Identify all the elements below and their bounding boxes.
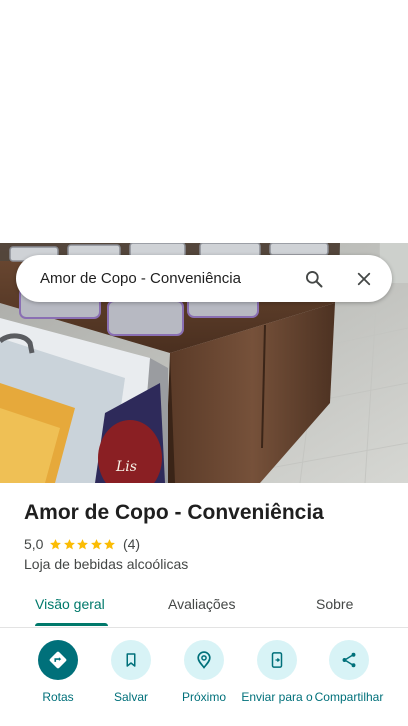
search-bar[interactable]: Amor de Copo - Conveniência (16, 255, 392, 302)
active-tab-indicator (35, 623, 108, 626)
save-button[interactable]: Salvar (93, 640, 169, 705)
send-to-phone-label: Enviar para o (241, 690, 313, 704)
rating-value: 5,0 (24, 536, 44, 552)
share-button[interactable]: Compartilhar (311, 640, 387, 705)
tab-bar: Visão geral Avaliações Sobre (0, 584, 408, 628)
place-category: Loja de bebidas alcoólicas (24, 556, 189, 572)
star-icon (50, 538, 62, 549)
save-label: Salvar (113, 690, 148, 704)
send-to-phone-icon (257, 640, 297, 680)
star-rating (49, 538, 117, 551)
directions-label: Rotas (42, 690, 74, 704)
nearby-button[interactable]: Próximo (166, 640, 242, 705)
search-input[interactable]: Amor de Copo - Conveniência (40, 270, 296, 287)
close-icon[interactable] (346, 261, 382, 297)
place-title: Amor de Copo - Conveniência (24, 501, 324, 524)
rating-row[interactable]: 5,0 (4) (24, 536, 140, 552)
star-icon (77, 538, 89, 549)
share-icon (329, 640, 369, 680)
nearby-label: Próximo (181, 690, 226, 704)
star-icon (64, 538, 75, 549)
nearby-icon (184, 640, 224, 680)
tab-about[interactable]: Sobre (316, 596, 353, 612)
share-label: Compartilhar (314, 690, 384, 704)
star-icon (91, 538, 102, 549)
map-area-blank (0, 0, 408, 243)
send-to-phone-button[interactable]: Enviar para o (239, 640, 315, 705)
sign-text: Lis (115, 459, 137, 475)
search-icon[interactable] (296, 261, 332, 297)
bookmark-icon (111, 640, 151, 680)
directions-icon (38, 640, 78, 680)
star-icon (104, 538, 116, 549)
action-bar: Rotas Salvar Próximo Enviar para o Compa… (0, 640, 408, 726)
review-count[interactable]: (4) (123, 536, 140, 552)
tab-reviews[interactable]: Avaliações (168, 596, 235, 612)
directions-button[interactable]: Rotas (20, 640, 96, 705)
tab-overview[interactable]: Visão geral (35, 596, 105, 612)
